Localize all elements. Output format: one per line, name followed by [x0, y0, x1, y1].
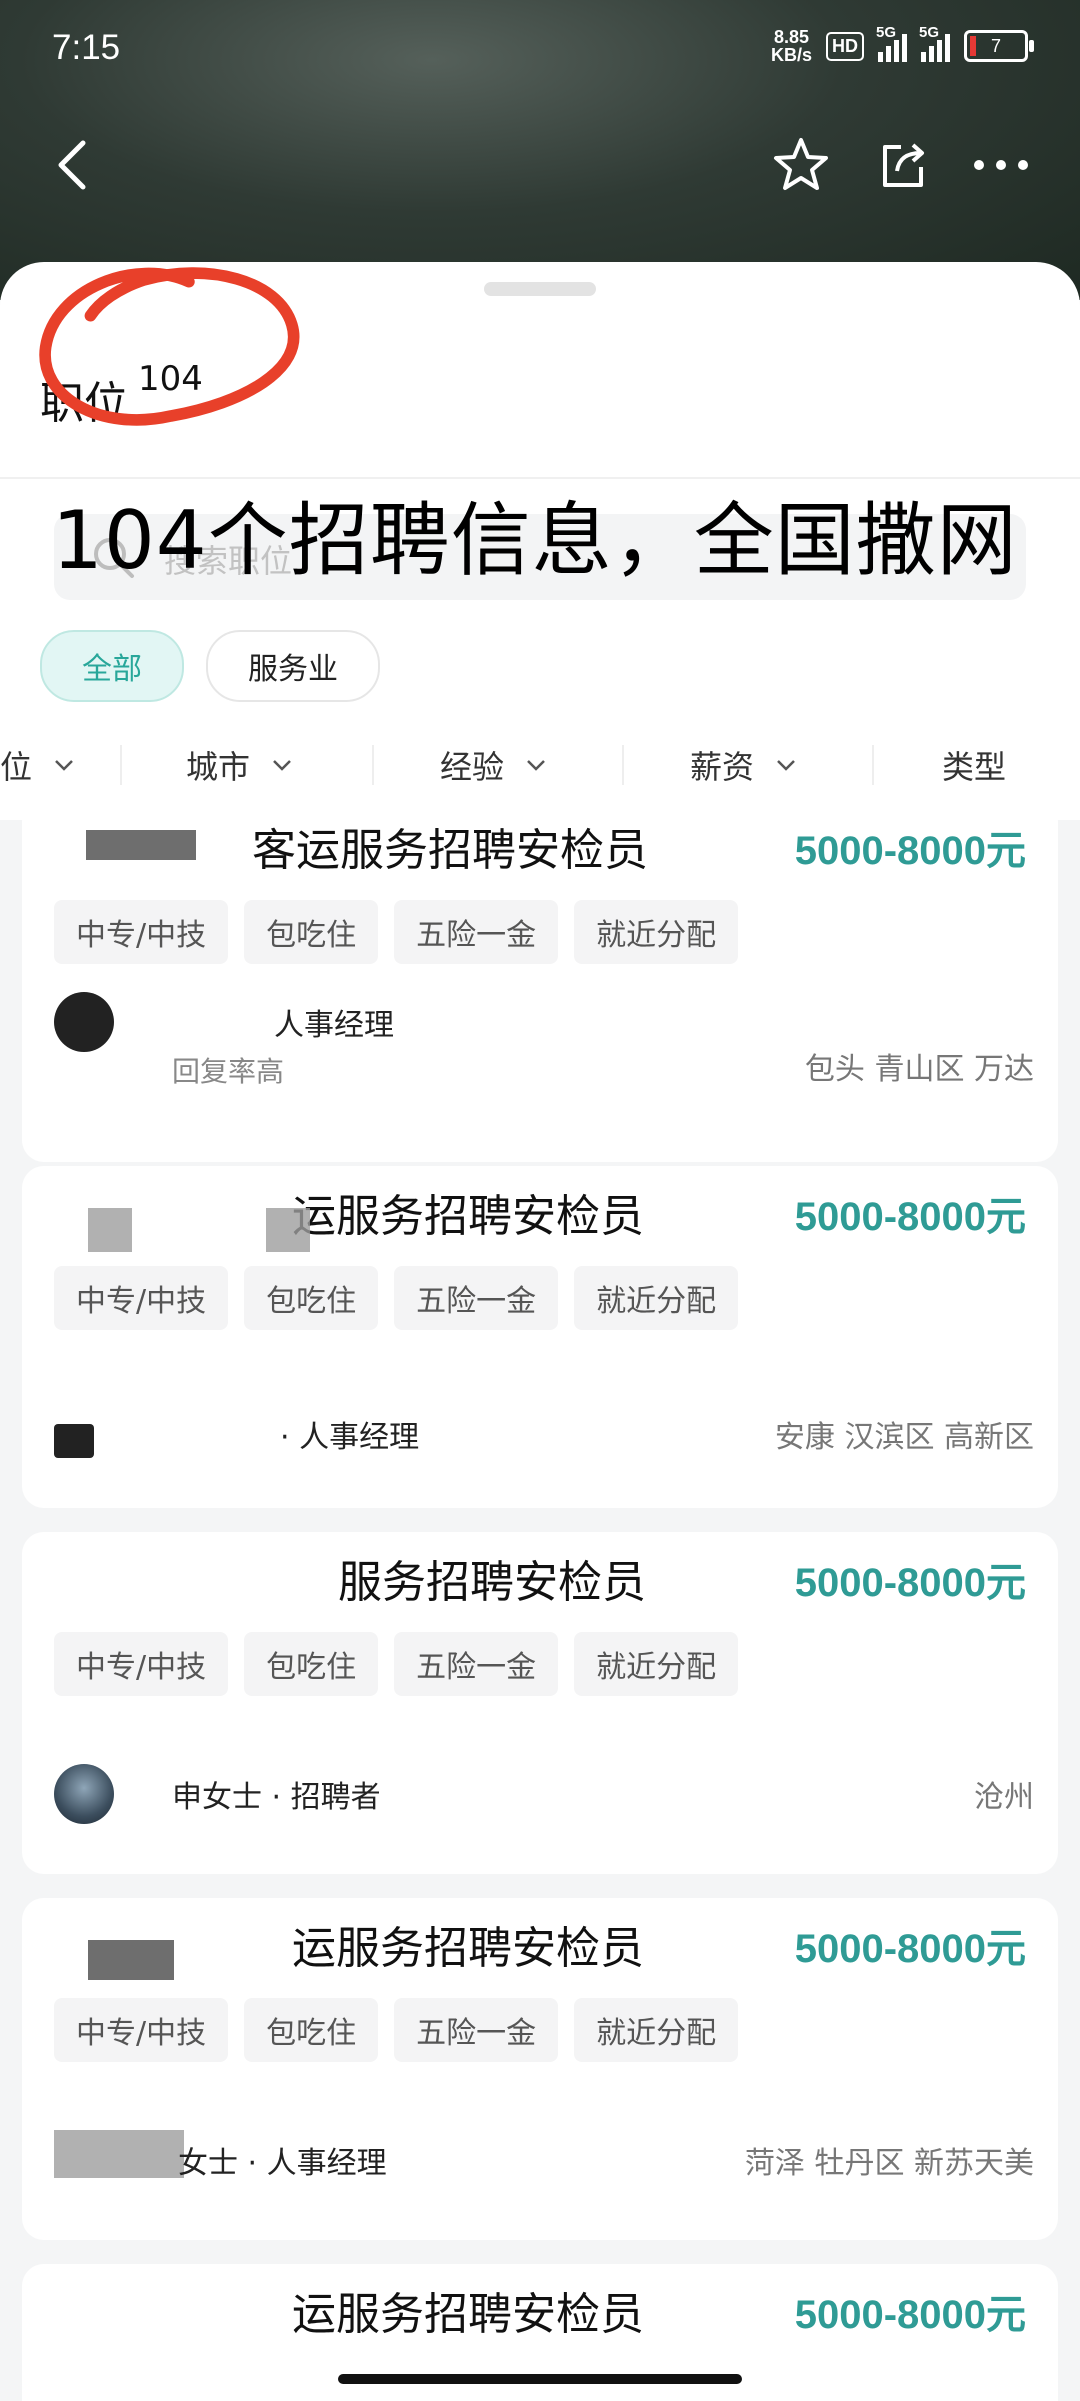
tag: 中专/中技: [54, 1998, 229, 2062]
status-time: 7:15: [52, 28, 121, 67]
filter-type[interactable]: 类型: [942, 742, 1006, 788]
job-card[interactable]: 运服务招聘安检员 5000-8000元 中专/中技 包吃住 五险一金 就近分配 …: [22, 1898, 1058, 2240]
divider: [872, 745, 874, 785]
divider: [120, 745, 122, 785]
job-location: 包头 青山区 万达: [804, 1052, 1034, 1087]
job-tags: 中专/中技 包吃住 五险一金 就近分配: [54, 1632, 739, 1696]
chevron-down-icon: [777, 760, 795, 771]
redacted-block: [86, 830, 196, 860]
chip-all[interactable]: 全部: [40, 630, 184, 702]
recruiter-name: · 人事经理: [280, 1420, 420, 1455]
job-salary: 5000-8000元: [794, 1561, 1026, 1605]
tag: 五险一金: [394, 1632, 559, 1696]
nav-bar: [0, 110, 1080, 220]
filter-city[interactable]: 城市: [186, 742, 292, 788]
tag: 中专/中技: [54, 1266, 229, 1330]
recruiter-row: 申女士 · 招聘者 沧州: [54, 1764, 1034, 1824]
filter-bar: 位 城市 经验 薪资 类型: [0, 725, 1080, 805]
chip-service[interactable]: 服务业: [206, 630, 380, 702]
recruiter-row: · 人事经理 安康 汉滨区 高新区: [54, 1404, 1034, 1464]
job-title: 客运服务招聘安检员: [252, 825, 648, 876]
avatar: [54, 1424, 94, 1458]
job-title: 运服务招聘安检员: [292, 1923, 644, 1974]
tag: 包吃住: [244, 900, 379, 964]
tag: 就近分配: [574, 1632, 739, 1696]
job-card[interactable]: 客运服务招聘安检员 5000-8000元 中专/中技 包吃住 五险一金 就近分配…: [22, 820, 1058, 1162]
battery-icon: 7: [964, 30, 1034, 62]
job-card[interactable]: 服务招聘安检员 5000-8000元 中专/中技 包吃住 五险一金 就近分配 申…: [22, 1532, 1058, 1874]
job-list: 客运服务招聘安检员 5000-8000元 中专/中技 包吃住 五险一金 就近分配…: [0, 820, 1080, 2401]
reply-rate: 回复率高: [172, 1055, 285, 1088]
job-card[interactable]: 运服务招聘安检员 5000-8000元 中专/中技 包吃住 五险一金 就近分配 …: [22, 1166, 1058, 1508]
status-bar: 7:15 8.85 KB/s HD 5G 5G 7: [0, 0, 1080, 100]
job-location: 菏泽 牡丹区 新苏天美: [744, 2146, 1034, 2181]
filter-experience[interactable]: 经验: [440, 742, 546, 788]
job-salary: 5000-8000元: [794, 1927, 1026, 1971]
job-tags: 中专/中技 包吃住 五险一金 就近分配: [54, 900, 739, 964]
chevron-down-icon: [273, 760, 291, 771]
tag: 五险一金: [394, 1998, 559, 2062]
signal-icon: 5G: [876, 24, 907, 62]
tag: 就近分配: [574, 900, 739, 964]
tag: 五险一金: [394, 1266, 559, 1330]
annotation-circle: [39, 267, 300, 426]
status-icons: 8.85 KB/s HD 5G 5G 7: [770, 24, 1034, 65]
redacted-block: [266, 1208, 310, 1252]
recruiter-name: 女士 · 人事经理: [178, 2146, 387, 2181]
job-tags: 中专/中技 包吃住 五险一金 就近分配: [54, 1266, 739, 1330]
chevron-down-icon: [55, 760, 73, 771]
hd-badge: HD: [826, 31, 864, 61]
back-arrow-icon[interactable]: [38, 130, 108, 200]
tag: 包吃住: [244, 1266, 379, 1330]
recruiter-row: 女士 · 人事经理 菏泽 牡丹区 新苏天美: [54, 2130, 1034, 2190]
category-chips: 全部 服务业: [40, 630, 380, 702]
job-title: 运服务招聘安检员: [292, 2289, 644, 2340]
avatar: [54, 1764, 114, 1824]
star-icon[interactable]: [766, 130, 836, 200]
recruiter-name: 申女士 · 招聘者: [172, 1780, 381, 1815]
avatar: [54, 992, 114, 1052]
divider: [372, 745, 374, 785]
share-icon[interactable]: [868, 130, 938, 200]
redacted-block: [54, 2130, 184, 2178]
redacted-block: [88, 1940, 174, 1980]
chevron-down-icon: [527, 760, 545, 771]
recruiter-row: 人事经理 回复率高 包头 青山区 万达: [54, 992, 1034, 1088]
more-icon[interactable]: [966, 130, 1036, 200]
tag: 包吃住: [244, 1632, 379, 1696]
filter-salary[interactable]: 薪资: [690, 742, 796, 788]
job-title: 运服务招聘安检员: [292, 1191, 644, 1242]
job-location: 沧州: [974, 1780, 1034, 1815]
job-title: 服务招聘安检员: [338, 1557, 646, 1608]
signal-icon-2: 5G: [919, 24, 950, 62]
tag: 中专/中技: [54, 900, 229, 964]
job-salary: 5000-8000元: [794, 2293, 1026, 2337]
redacted-block: [88, 1208, 132, 1252]
home-indicator[interactable]: [338, 2374, 742, 2384]
job-salary: 5000-8000元: [794, 829, 1026, 873]
tag: 就近分配: [574, 1266, 739, 1330]
tag: 就近分配: [574, 1998, 739, 2062]
recruiter-name: 人事经理: [274, 1008, 394, 1043]
sheet-drag-handle[interactable]: [484, 282, 596, 296]
job-location: 安康 汉滨区 高新区: [774, 1420, 1034, 1455]
divider: [622, 745, 624, 785]
job-salary: 5000-8000元: [794, 1195, 1026, 1239]
job-tags: 中专/中技 包吃住 五险一金 就近分配: [54, 1998, 739, 2062]
overlay-caption: 104个招聘信息，全国撒网: [52, 494, 1018, 587]
filter-position[interactable]: 位: [0, 742, 74, 788]
tag: 中专/中技: [54, 1632, 229, 1696]
tag: 包吃住: [244, 1998, 379, 2062]
network-speed: 8.85 KB/s: [770, 27, 812, 65]
tag: 五险一金: [394, 900, 559, 964]
